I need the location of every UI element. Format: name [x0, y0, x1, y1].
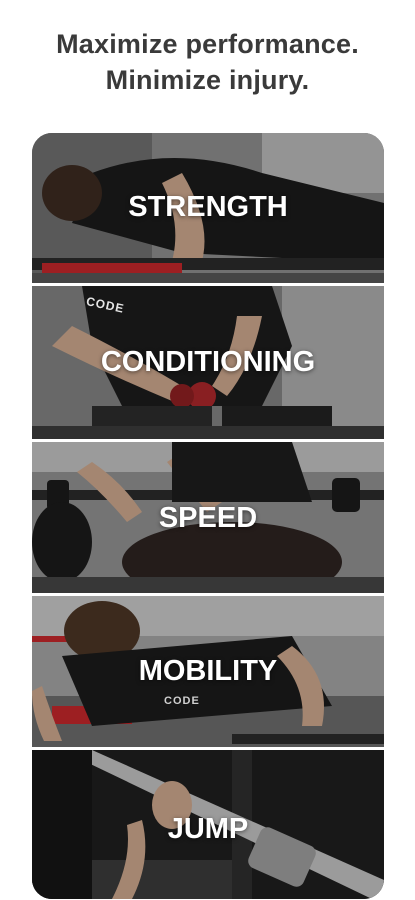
- category-label-speed: SPEED: [158, 502, 258, 534]
- category-label-jump: JUMP: [167, 813, 249, 845]
- category-label-mobility: MOBILITY: [138, 655, 278, 687]
- category-card-stack: STRENGTH CODE CONDITIONING SPEED CODE MO…: [32, 133, 384, 899]
- shirt-logo-text-2: CODE: [164, 695, 200, 707]
- category-label-conditioning: CONDITIONING: [100, 346, 316, 378]
- headline-line-2: Minimize injury.: [105, 65, 310, 95]
- headline: Maximize performance. Minimize injury.: [0, 26, 415, 98]
- headline-line-1: Maximize performance.: [56, 29, 359, 59]
- category-label-strength: STRENGTH: [128, 191, 288, 223]
